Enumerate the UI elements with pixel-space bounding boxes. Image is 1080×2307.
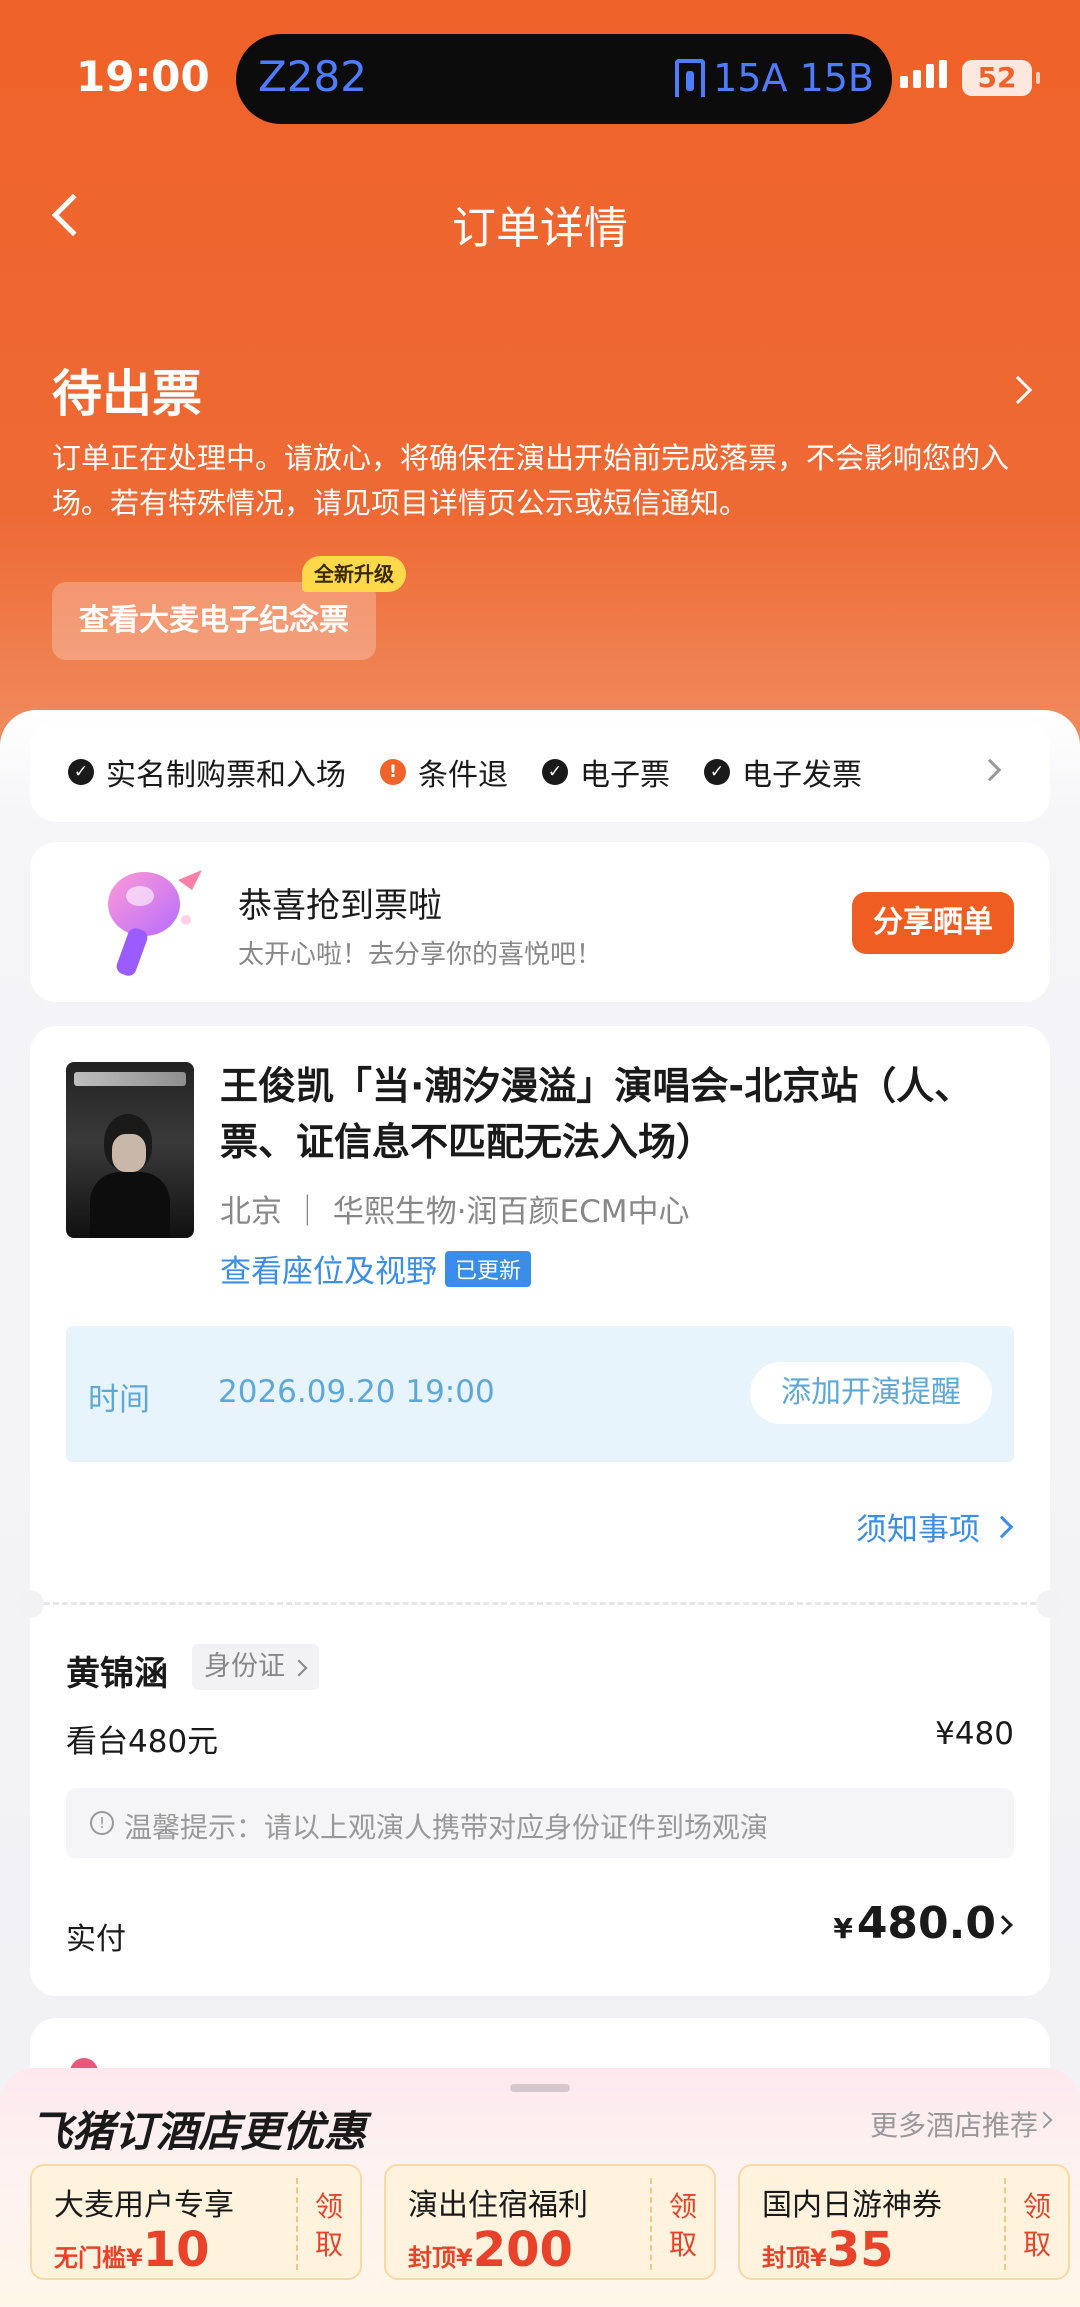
info-icon: ! (90, 1811, 114, 1835)
feature-real-name: ✓ 实名制购票和入场 (68, 750, 346, 794)
coupon-card[interactable]: 国内日游神券 封顶¥35 领取 (738, 2164, 1070, 2280)
dynamic-island[interactable]: Z282 15A 15B (236, 34, 892, 124)
feature-refund: ! 条件退 (380, 750, 508, 794)
light-stick-icon (108, 870, 202, 976)
notice-link[interactable]: 须知事项 (856, 1504, 1014, 1549)
drag-handle[interactable] (510, 2084, 570, 2092)
hotel-promo-panel: 飞猪订酒店更优惠 更多酒店推荐 大麦用户专享 无门槛¥10 领取 演出住宿福利 … (0, 2068, 1080, 2307)
souvenir-ticket-button[interactable]: 查看大麦电子纪念票 (52, 582, 376, 660)
check-icon: ✓ (704, 759, 730, 785)
feature-e-ticket: ✓ 电子票 (542, 750, 670, 794)
status-bar-time: 19:00 (76, 52, 210, 101)
battery-icon: 52 (962, 60, 1040, 96)
warm-tip-text: 温馨提示：请以上观演人携带对应身份证件到场观演 (124, 1811, 769, 1844)
event-title[interactable]: 王俊凯「当·潮汐漫溢」演唱会-北京站（人、票、证信息不匹配无法入场） (220, 1058, 1020, 1170)
id-type-tag[interactable]: 身份证 (192, 1644, 319, 1690)
event-poster[interactable] (66, 1062, 194, 1238)
check-icon: ✓ (68, 759, 94, 785)
share-card: 恭喜抢到票啦 太开心啦！去分享你的喜悦吧！ 分享晒单 (30, 842, 1050, 1002)
seat-numbers: 15A 15B (713, 56, 874, 100)
event-card: 王俊凯「当·潮汐漫溢」演唱会-北京站（人、票、证信息不匹配无法入场） 北京 ｜ … (16, 1026, 1064, 1996)
chevron-right-icon (990, 1515, 1014, 1538)
paid-amount[interactable]: ¥480.0 (833, 1898, 996, 1949)
order-status-description: 订单正在处理中。请放心，将确保在演出开始前完成落票，不会影响您的入场。若有特殊情… (52, 441, 1010, 520)
hotel-promo-title: 飞猪订酒店更优惠 (30, 2107, 367, 2156)
seat-info: 15A 15B (675, 56, 874, 100)
paid-label: 实付 (66, 1922, 126, 1957)
coupon-card[interactable]: 大麦用户专享 无门槛¥10 领取 (30, 2164, 362, 2280)
share-subtitle: 太开心啦！去分享你的喜悦吧！ (238, 940, 603, 970)
new-upgrade-badge: 全新升级 (302, 556, 406, 592)
signal-icon (900, 60, 947, 88)
attendee-name: 黄锦涵 (66, 1654, 168, 1694)
coupon-card[interactable]: 演出住宿福利 封顶¥200 领取 (384, 2164, 716, 2280)
ticket-type: 看台480元 (66, 1724, 219, 1760)
claim-button[interactable]: 领取 (668, 2188, 698, 2264)
seat-icon (675, 59, 706, 97)
check-icon: ✓ (542, 759, 568, 785)
time-label: 时间 (88, 1382, 150, 1418)
warning-icon: ! (380, 759, 406, 785)
event-venue: 北京 ｜ 华熙生物·润百颜ECM中心 (220, 1194, 690, 1230)
feature-e-invoice: ✓ 电子发票 (704, 750, 862, 794)
chevron-right-icon[interactable] (978, 758, 1002, 782)
more-hotels-link[interactable]: 更多酒店推荐 (870, 2104, 1038, 2144)
ticket-divider (44, 1602, 1036, 1605)
warm-tip: ! 温馨提示：请以上观演人携带对应身份证件到场观演 (66, 1788, 1014, 1858)
page-title: 订单详情 (452, 203, 628, 254)
ticket-price: ¥480 (935, 1716, 1014, 1752)
order-status-title[interactable]: 待出票 (52, 354, 202, 426)
share-button[interactable]: 分享晒单 (852, 892, 1014, 954)
chevron-right-icon[interactable] (1035, 2111, 1053, 2129)
updated-badge: 已更新 (445, 1251, 532, 1287)
seat-view-link[interactable]: 查看座位及视野 已更新 (220, 1246, 532, 1291)
claim-button[interactable]: 领取 (1022, 2188, 1052, 2264)
add-reminder-button[interactable]: 添加开演提醒 (750, 1362, 992, 1424)
time-value: 2026.09.20 19:00 (218, 1374, 495, 1410)
chevron-right-icon[interactable] (993, 1915, 1013, 1935)
claim-button[interactable]: 领取 (314, 2188, 344, 2264)
train-number: Z282 (258, 52, 367, 101)
ticket-features-bar[interactable]: ✓ 实名制购票和入场 ! 条件退 ✓ 电子票 ✓ 电子发票 (30, 722, 1050, 822)
share-title: 恭喜抢到票啦 (238, 886, 442, 926)
event-time-box: 时间 2026.09.20 19:00 添加开演提醒 (66, 1326, 1014, 1462)
